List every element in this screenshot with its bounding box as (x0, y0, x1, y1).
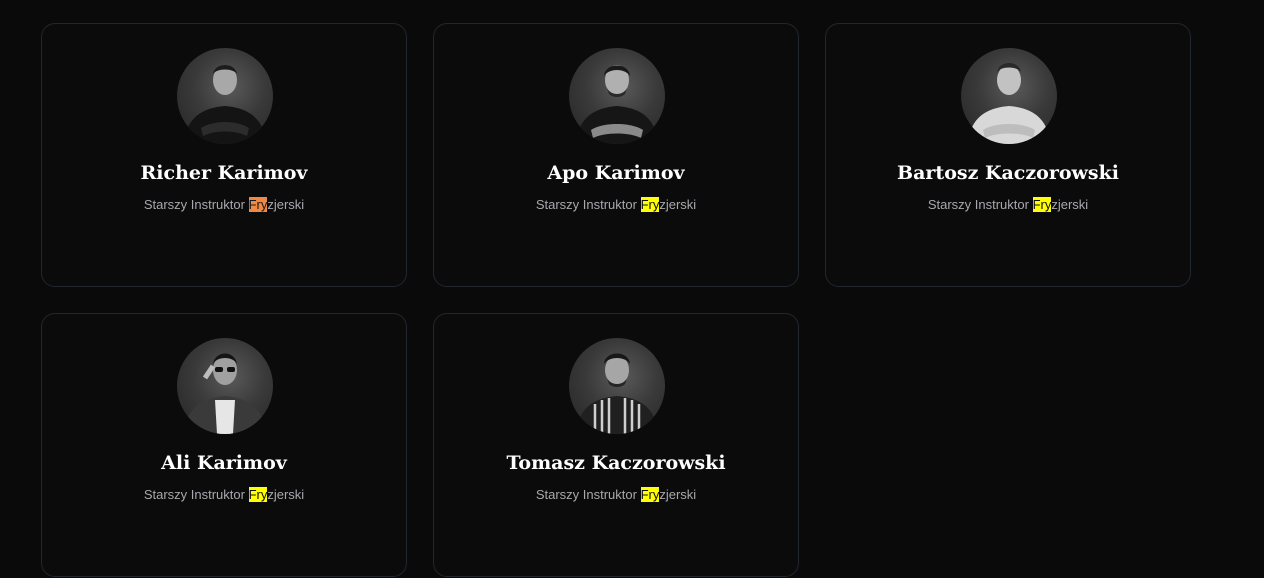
find-highlight-match: Fry (248, 487, 268, 502)
member-name: Tomasz Kaczorowski (506, 452, 726, 474)
person-photo-icon (575, 65, 659, 144)
member-name: Bartosz Kaczorowski (897, 162, 1119, 184)
avatar (569, 338, 665, 434)
find-highlight-current: Fry (248, 197, 268, 212)
team-card: Ali Karimov Starszy Instruktor Fryzjersk… (41, 313, 407, 577)
member-name: Richer Karimov (140, 162, 308, 184)
member-role: Starszy Instruktor Fryzjerski (535, 487, 697, 502)
member-name: Ali Karimov (161, 452, 287, 474)
avatar (177, 48, 273, 144)
member-role: Starszy Instruktor Fryzjerski (535, 197, 697, 212)
member-role: Starszy Instruktor Fryzjerski (143, 487, 305, 502)
member-name: Apo Karimov (547, 162, 685, 184)
member-role: Starszy Instruktor Fryzjerski (927, 197, 1089, 212)
team-card: Bartosz Kaczorowski Starszy Instruktor F… (825, 23, 1191, 287)
team-card: Apo Karimov Starszy Instruktor Fryzjersk… (433, 23, 799, 287)
avatar (961, 48, 1057, 144)
find-highlight-match: Fry (640, 487, 660, 502)
person-photo-icon (183, 353, 267, 434)
find-highlight-match: Fry (1032, 197, 1052, 212)
find-highlight-match: Fry (640, 197, 660, 212)
team-card: Tomasz Kaczorowski Starszy Instruktor Fr… (433, 313, 799, 577)
person-photo-icon (575, 353, 659, 434)
person-photo-icon (183, 65, 267, 144)
member-role: Starszy Instruktor Fryzjerski (143, 197, 305, 212)
avatar (569, 48, 665, 144)
avatar (177, 338, 273, 434)
person-photo-icon (967, 63, 1051, 144)
team-card: Richer Karimov Starszy Instruktor Fryzje… (41, 23, 407, 287)
